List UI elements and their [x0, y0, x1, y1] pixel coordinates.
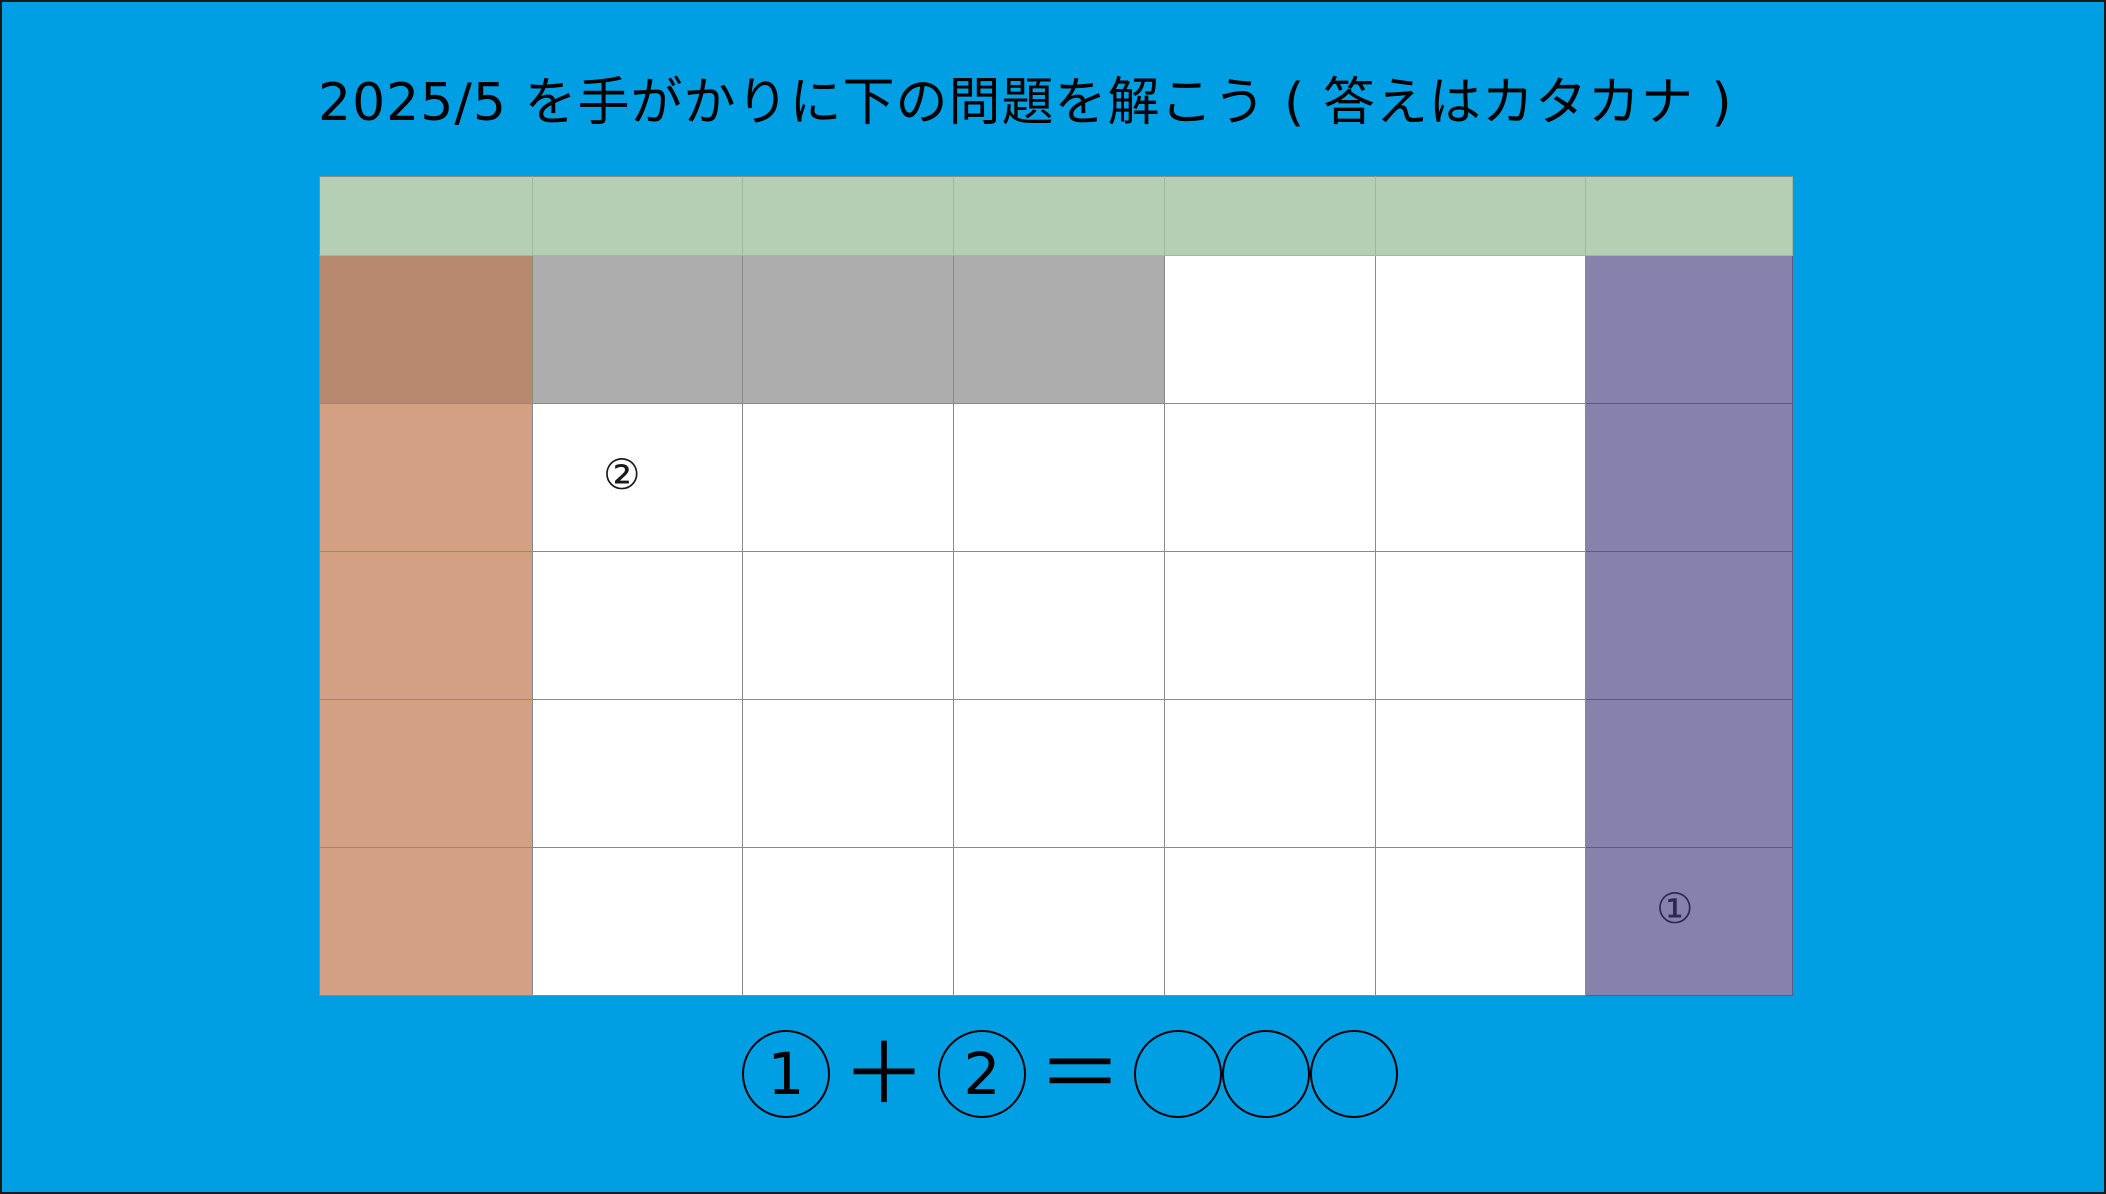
- grid-cell-empty-day: [954, 256, 1165, 404]
- grid-cell-day: [1376, 256, 1586, 404]
- grid-cell-marker-one: ①: [1586, 848, 1793, 996]
- grid-cell-day: [1376, 848, 1586, 996]
- grid-cell-day: [533, 552, 743, 700]
- plus-sign: ＋: [841, 1025, 926, 1123]
- puzzle-title: 2025/5 を手がかりに下の問題を解こう ( 答えはカタカナ ): [318, 73, 1733, 133]
- grid-cell-left: [319, 848, 533, 996]
- grid-cell-day: [1376, 700, 1586, 848]
- marker-one: ①: [1656, 884, 1694, 933]
- grid-cell-marker-two: ②: [533, 404, 743, 552]
- grid-cell-left: [319, 552, 533, 700]
- puzzle-frame: 2025/5 を手がかりに下の問題を解こう ( 答えはカタカナ ) ② ① 1 …: [0, 0, 2106, 1194]
- grid-cell-header: [954, 176, 1165, 256]
- grid-cell-left: [319, 700, 533, 848]
- calendar-grid: ② ①: [319, 176, 1793, 996]
- grid-cell-header: [1586, 176, 1793, 256]
- grid-cell-left: [319, 404, 533, 552]
- grid-cell-day: [954, 848, 1165, 996]
- marker-two: ②: [603, 450, 641, 499]
- grid-cell-day: [1165, 404, 1376, 552]
- grid-cell-header: [319, 176, 533, 256]
- grid-cell-header: [533, 176, 743, 256]
- grid-cell-day: [954, 700, 1165, 848]
- grid-cell-day: [1165, 552, 1376, 700]
- grid-cell-empty-day: [533, 256, 743, 404]
- grid-cell-day: [1165, 700, 1376, 848]
- answer-blank-circle[interactable]: [1310, 1030, 1398, 1118]
- answer-blank-circle[interactable]: [1222, 1030, 1310, 1118]
- grid-cell-day: [954, 404, 1165, 552]
- grid-cell-day: [533, 848, 743, 996]
- grid-cell-right: [1586, 552, 1793, 700]
- equation-term-two: 2: [938, 1030, 1026, 1118]
- grid-cell-day: [743, 552, 954, 700]
- answer-blank-circle[interactable]: [1134, 1030, 1222, 1118]
- grid-cell-right: [1586, 700, 1793, 848]
- answer-equation: 1 ＋ 2 ＝: [742, 1025, 1398, 1123]
- grid-cell-day: [743, 700, 954, 848]
- grid-cell-right: [1586, 404, 1793, 552]
- grid-cell-day: [1165, 848, 1376, 996]
- grid-cell-day: [743, 848, 954, 996]
- grid-cell-right: [1586, 256, 1793, 404]
- grid-cell-day: [1376, 404, 1586, 552]
- grid-cell-empty-day: [743, 256, 954, 404]
- grid-cell-day: [954, 552, 1165, 700]
- equation-term-one: 1: [742, 1030, 830, 1118]
- grid-cell-day: [533, 700, 743, 848]
- grid-cell-day: [1376, 552, 1586, 700]
- grid-cell-header: [743, 176, 954, 256]
- grid-cell-day: [743, 404, 954, 552]
- grid-cell-left: [319, 256, 533, 404]
- grid-cell-header: [1165, 176, 1376, 256]
- equals-sign: ＝: [1037, 1025, 1122, 1123]
- grid-cell-header: [1376, 176, 1586, 256]
- grid-cell-day: [1165, 256, 1376, 404]
